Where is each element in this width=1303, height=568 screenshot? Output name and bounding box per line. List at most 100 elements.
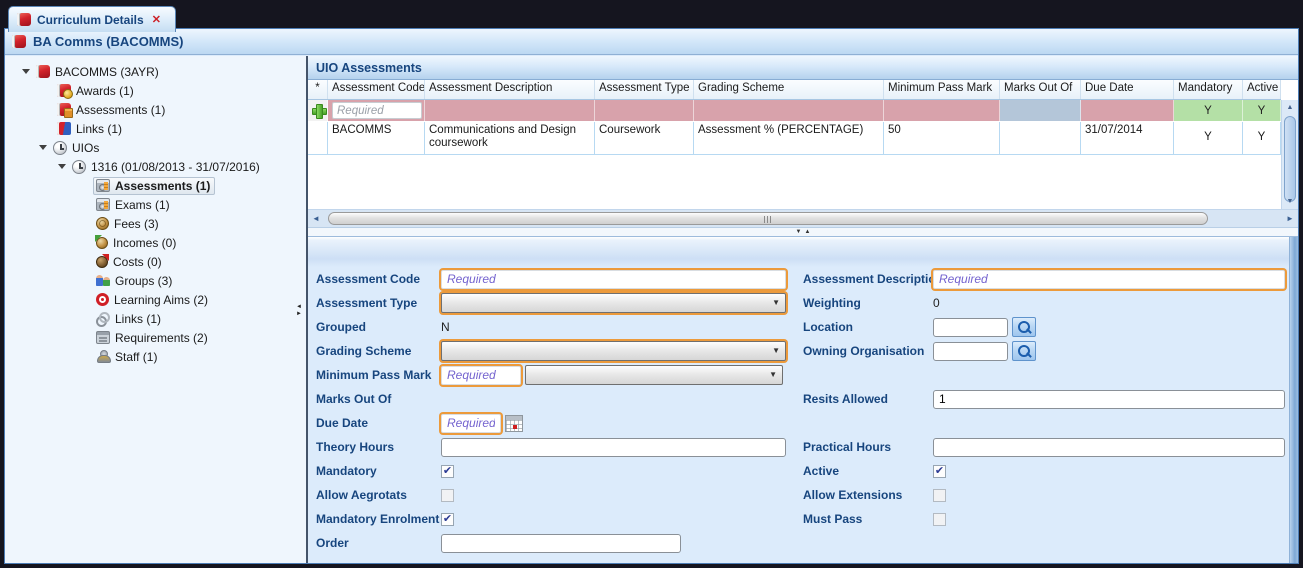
tree-item-1316[interactable]: 1316 (01/08/2013 - 31/07/2016) <box>5 157 306 176</box>
column-header-star[interactable]: * <box>308 80 328 99</box>
grading-scheme-select[interactable]: ▼ <box>441 341 786 361</box>
tab-curriculum-details[interactable]: Curriculum Details ✕ <box>8 6 176 32</box>
tab-close-icon[interactable]: ✕ <box>152 13 161 26</box>
column-header-minimum-pass-mark[interactable]: Minimum Pass Mark <box>884 80 1000 99</box>
minimum-pass-mark-scheme-select[interactable]: ▼ <box>525 365 783 385</box>
column-header-due-date[interactable]: Due Date <box>1081 80 1174 99</box>
resits-allowed-input[interactable] <box>933 389 1285 409</box>
practical-hours-input[interactable] <box>933 437 1285 457</box>
tree-item-fees[interactable]: Fees (3) <box>5 214 306 233</box>
chevron-down-icon: ▼ <box>772 346 780 355</box>
assessment-code-label: Assessment Code <box>316 272 421 286</box>
new-row-marks-out-of-cell <box>1000 100 1081 121</box>
down-arrow-icon: ▼ <box>795 229 802 235</box>
income-icon <box>95 235 108 249</box>
linked-books-icon <box>57 122 71 135</box>
tree-item-learning-aims[interactable]: Learning Aims (2) <box>5 290 306 309</box>
grid-vertical-scrollbar[interactable]: ▲ ▼ <box>1281 100 1298 209</box>
column-header-assessment-code[interactable]: Assessment Code <box>328 80 425 99</box>
clock-icon <box>53 140 67 155</box>
column-header-assessment-type[interactable]: Assessment Type <box>595 80 694 99</box>
cost-icon <box>96 254 109 268</box>
left-arrow-icon: ◄ <box>296 304 302 310</box>
tree-item-uio-assessments[interactable]: Assessments (1) <box>5 176 306 195</box>
tree-item-requirements[interactable]: Requirements (2) <box>5 328 306 347</box>
uio-assessments-grid: * Assessment Code Assessment Description… <box>308 80 1298 209</box>
grid-horizontal-scrollbar[interactable]: ◄ ► <box>308 209 1298 227</box>
order-label: Order <box>316 536 349 550</box>
vertical-scroll-thumb[interactable] <box>1284 116 1296 202</box>
tree-item-uio-links[interactable]: Links (1) <box>5 309 306 328</box>
tree-item-assessments[interactable]: Assessments (1) <box>5 100 306 119</box>
people-icon <box>96 274 110 287</box>
expander-icon[interactable] <box>22 69 30 74</box>
column-header-assessment-description[interactable]: Assessment Description <box>425 80 595 99</box>
column-header-mandatory[interactable]: Mandatory <box>1174 80 1243 99</box>
red-book-icon <box>36 65 50 78</box>
assessment-panel-icon <box>96 179 110 192</box>
curriculum-tree: BACOMMS (3AYR) Awards (1) Assessments (1… <box>5 56 308 563</box>
mandatory-enrolment-checkbox[interactable]: ✔ <box>441 512 454 526</box>
horizontal-scroll-thumb[interactable] <box>328 212 1208 225</box>
column-header-marks-out-of[interactable]: Marks Out Of <box>1000 80 1081 99</box>
calendar-icon[interactable] <box>505 414 523 432</box>
column-header-active[interactable]: Active <box>1243 80 1281 99</box>
tab-label: Curriculum Details <box>37 12 144 27</box>
curriculum-details-window: BA Comms (BACOMMS) BACOMMS (3AYR) Awards… <box>4 28 1299 564</box>
tree-item-uios[interactable]: UIOs <box>5 138 306 157</box>
tree-item-incomes[interactable]: Incomes (0) <box>5 233 306 252</box>
tree-item-groups[interactable]: Groups (3) <box>5 271 306 290</box>
assessment-type-select[interactable]: ▼ <box>441 293 786 313</box>
location-label: Location <box>803 320 853 334</box>
resits-allowed-label: Resits Allowed <box>803 392 888 406</box>
mandatory-label: Mandatory <box>316 464 377 478</box>
allow-aegrotats-checkbox[interactable] <box>441 488 454 502</box>
expander-icon[interactable] <box>58 164 66 169</box>
add-row-icon[interactable] <box>312 104 327 119</box>
assessment-code-input[interactable] <box>441 269 786 289</box>
allow-extensions-checkbox[interactable] <box>933 488 946 502</box>
practical-hours-label: Practical Hours <box>803 440 892 454</box>
new-row-assessment-code-input[interactable] <box>332 102 422 119</box>
grid-row-bacomms[interactable]: BACOMMS Communications and Design course… <box>308 122 1281 155</box>
grid-title: UIO Assessments <box>316 60 422 75</box>
order-input[interactable] <box>441 533 681 553</box>
assessment-description-input[interactable] <box>933 269 1285 289</box>
marks-out-of-label: Marks Out Of <box>316 392 392 406</box>
panel-collapse-handle[interactable]: ◄ ► <box>295 304 303 318</box>
chain-icon <box>96 312 110 327</box>
new-row-active-cell: Y <box>1243 100 1281 121</box>
scroll-right-button[interactable]: ► <box>1282 210 1298 227</box>
owning-organisation-search-icon[interactable] <box>1012 341 1036 361</box>
grid-new-row[interactable]: Y Y <box>308 100 1281 122</box>
must-pass-checkbox[interactable] <box>933 512 946 526</box>
weighting-label: Weighting <box>803 296 861 310</box>
expander-icon[interactable] <box>39 145 47 150</box>
tree-item-links[interactable]: Links (1) <box>5 119 306 138</box>
active-label: Active <box>803 464 840 478</box>
tree-item-awards[interactable]: Awards (1) <box>5 81 306 100</box>
location-input[interactable] <box>933 317 1008 337</box>
scroll-down-button[interactable]: ▼ <box>1282 194 1298 209</box>
tree-item-exams[interactable]: Exams (1) <box>5 195 306 214</box>
record-title: BA Comms (BACOMMS) <box>33 34 184 49</box>
due-date-input[interactable] <box>441 413 501 433</box>
theory-hours-input[interactable] <box>441 437 786 457</box>
scroll-up-button[interactable]: ▲ <box>1282 100 1298 115</box>
chevron-down-icon: ▼ <box>772 298 780 307</box>
location-search-icon[interactable] <box>1012 317 1036 337</box>
minimum-pass-mark-input[interactable] <box>441 365 521 385</box>
scroll-left-button[interactable]: ◄ <box>308 210 324 227</box>
tree-item-bacomms[interactable]: BACOMMS (3AYR) <box>5 62 306 81</box>
form-scrollbar[interactable] <box>1289 237 1298 563</box>
tree-item-staff[interactable]: Staff (1) <box>5 347 306 366</box>
record-title-bar: BA Comms (BACOMMS) <box>5 29 1298 55</box>
person-icon <box>96 350 111 363</box>
active-checkbox[interactable]: ✔ <box>933 464 946 478</box>
column-header-grading-scheme[interactable]: Grading Scheme <box>694 80 884 99</box>
tree-item-costs[interactable]: Costs (0) <box>5 252 306 271</box>
grid-form-splitter[interactable]: ▼ ▲ <box>308 227 1298 237</box>
owning-organisation-input[interactable] <box>933 341 1008 361</box>
assessment-book-icon <box>57 103 73 118</box>
mandatory-checkbox[interactable]: ✔ <box>441 464 454 478</box>
